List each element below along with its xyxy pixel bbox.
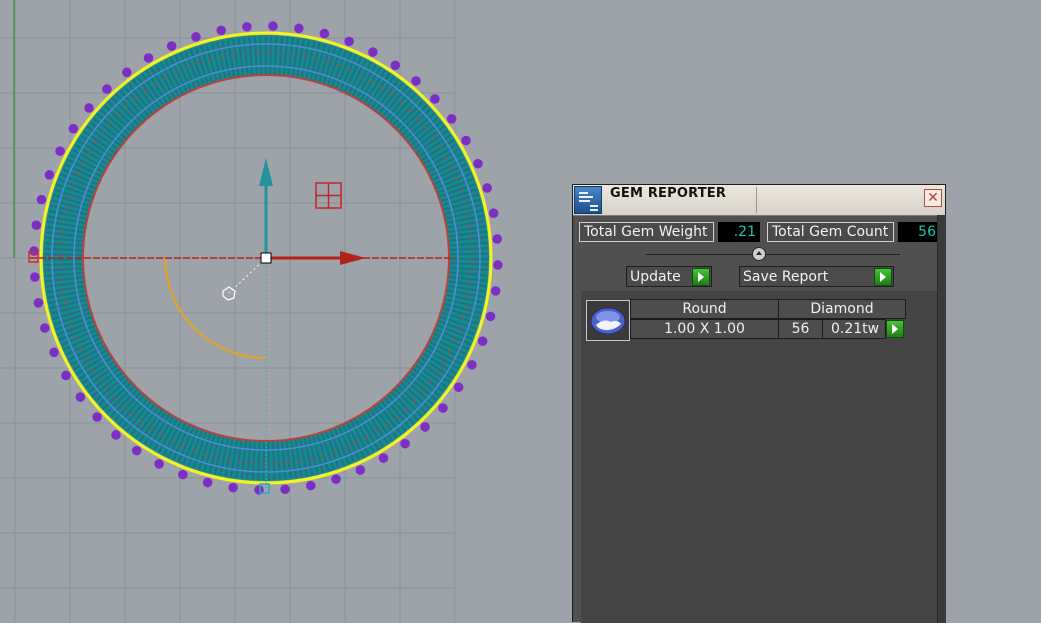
gem-prong — [411, 76, 421, 86]
gem-prong — [228, 482, 238, 493]
title-tab-divider — [756, 187, 757, 213]
gem-prong — [438, 403, 448, 413]
gem-prong — [40, 323, 50, 333]
play-arrow-icon — [692, 268, 710, 286]
gem-reporter-panel: GEM REPORTER ✕ Total Gem Weight .21 Tota… — [572, 184, 946, 623]
gem-prong — [485, 311, 496, 322]
gumball-plane-icon — [315, 182, 342, 209]
gem-prong — [84, 103, 94, 113]
gem-prong — [111, 430, 121, 440]
gem-prong — [493, 260, 503, 270]
gumball-y-arrow-icon — [259, 158, 273, 186]
panel-splitter-track — [646, 254, 900, 255]
gem-prong — [143, 53, 154, 63]
gem-prong — [154, 459, 164, 469]
gem-reporter-icon — [574, 186, 602, 214]
gem-prong — [268, 21, 278, 31]
gem-prong — [49, 347, 59, 358]
gem-prong — [355, 465, 366, 475]
gem-prong — [92, 412, 102, 422]
gem-prong — [473, 158, 483, 169]
gem-prong — [461, 135, 471, 146]
gem-prong — [55, 146, 65, 156]
gem-prong — [331, 474, 341, 484]
gem-prong — [166, 41, 177, 51]
gem-prong — [482, 183, 492, 193]
gem-prong — [453, 382, 464, 393]
gem-prong — [102, 84, 112, 94]
gem-prong — [490, 286, 501, 296]
play-arrow-icon[interactable] — [886, 320, 904, 338]
gem-prong — [131, 445, 142, 456]
total-gem-weight-label: Total Gem Weight — [579, 222, 714, 242]
gem-prong — [477, 336, 488, 346]
gem-prong — [467, 360, 477, 370]
total-gem-weight-value: .21 — [718, 222, 760, 242]
gem-prong — [344, 36, 354, 47]
gem-prong — [75, 392, 86, 402]
panel-scrollbar[interactable] — [937, 215, 946, 623]
update-button[interactable]: Update — [626, 266, 712, 287]
total-gem-count-value: 56 — [898, 222, 940, 242]
gumball-center-handle — [260, 252, 272, 264]
gem-prong — [306, 480, 316, 491]
gem-prong — [36, 194, 47, 205]
gem-prong — [33, 298, 44, 308]
gem-prong — [390, 60, 401, 71]
gem-prong — [368, 47, 378, 57]
gumball-x-arrow-icon — [340, 251, 366, 265]
gem-prong — [29, 272, 40, 282]
total-gem-count-label: Total Gem Count — [767, 222, 894, 242]
gem-prong — [31, 220, 42, 230]
gem-count-cell: 56 — [778, 319, 823, 339]
save-report-button-label: Save Report — [743, 269, 829, 285]
gem-prong — [202, 477, 213, 488]
gem-prong — [44, 170, 55, 180]
close-icon[interactable]: ✕ — [924, 189, 942, 207]
gem-prong — [488, 208, 499, 218]
gem-prong — [400, 438, 410, 449]
gem-size-cell: 1.00 X 1.00 — [630, 319, 779, 339]
panel-title: GEM REPORTER — [610, 186, 727, 201]
gem-prong — [294, 23, 304, 34]
gem-prong — [122, 67, 132, 78]
gem-prong — [280, 484, 290, 495]
play-arrow-icon — [874, 268, 892, 286]
gem-prong — [378, 453, 389, 463]
gem-list — [581, 291, 937, 623]
gem-prong — [68, 123, 79, 134]
save-report-button[interactable]: Save Report — [739, 266, 894, 287]
gem-prong — [178, 469, 188, 480]
gem-prong — [430, 94, 440, 104]
update-button-label: Update — [630, 269, 681, 285]
gem-weight-cell: 0.21tw — [822, 319, 886, 339]
gem-prong — [242, 21, 252, 32]
gem-prong — [61, 370, 71, 381]
gem-shape-header: Round — [630, 299, 779, 319]
gem-prong — [492, 234, 503, 244]
panel-titlebar[interactable]: GEM REPORTER ✕ — [573, 185, 945, 216]
panel-splitter-knob[interactable] — [752, 247, 766, 261]
gem-material-header: Diamond — [778, 299, 906, 319]
gem-prong — [319, 28, 330, 39]
gem-prong — [420, 422, 430, 432]
gem-prong — [216, 25, 226, 36]
round-gem-icon[interactable] — [586, 300, 630, 341]
gem-prong — [191, 32, 201, 42]
gem-prong — [446, 114, 457, 124]
